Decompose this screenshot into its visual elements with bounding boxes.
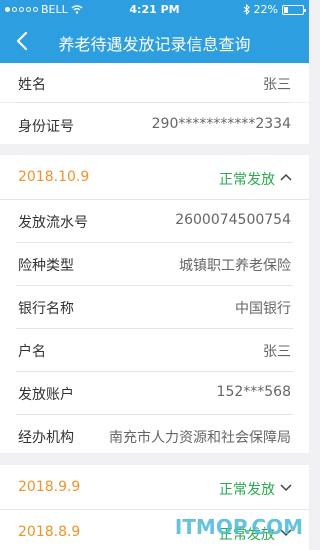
detail-label: 险种类型 <box>18 258 74 274</box>
name-label: 姓名 <box>18 77 46 93</box>
detail-value: 中国银行 <box>235 301 291 317</box>
detail-value: 南充市人力资源和社会保障局 <box>109 430 291 446</box>
battery-icon <box>282 4 306 15</box>
bluetooth-icon <box>243 4 250 15</box>
record-date: 2018.9.9 <box>18 479 81 495</box>
detail-label: 户名 <box>18 344 46 360</box>
status-right: 22% <box>243 3 306 16</box>
detail-label: 银行名称 <box>18 301 74 317</box>
page-title: 养老待遇发放记录信息查询 <box>58 35 251 54</box>
id-value: 290***********2334 <box>151 116 291 132</box>
id-row: 身份证号 290***********2334 <box>0 103 309 144</box>
chevron-up-icon[interactable] <box>279 172 293 182</box>
detail-value: 城镇职工养老保险 <box>179 258 291 274</box>
record-header[interactable]: 2018.9.9 正常发放 <box>0 465 309 509</box>
record-date: 2018.10.9 <box>18 169 90 185</box>
name-row: 姓名 张三 <box>0 63 309 102</box>
record-card: 2018.10.9 正常发放 发放流水号 2600074500754 险种类型 … <box>0 155 309 453</box>
detail-row-account: 发放账户 152***568 <box>0 372 309 415</box>
record-header[interactable]: 2018.10.9 正常发放 <box>0 155 309 199</box>
record-status: 正常发放 <box>219 172 275 188</box>
detail-label: 经办机构 <box>18 430 74 446</box>
detail-value: 张三 <box>263 344 291 360</box>
detail-label: 发放账户 <box>18 387 74 403</box>
detail-value: 152***568 <box>216 384 291 400</box>
watermark-text: ITMOP.COM <box>175 515 303 539</box>
detail-value: 2600074500754 <box>175 212 291 228</box>
name-value: 张三 <box>263 77 291 93</box>
status-bar: BELL 4:21 PM 22% <box>0 0 309 20</box>
detail-label: 发放流水号 <box>18 215 88 231</box>
detail-row-insurance: 险种类型 城镇职工养老保险 <box>0 243 309 286</box>
app-header: BELL 4:21 PM 22% 养老待遇发放记录信息查询 <box>0 0 309 63</box>
detail-row-bank: 银行名称 中国银行 <box>0 286 309 329</box>
chevron-down-icon[interactable] <box>279 482 293 492</box>
detail-row-account-name: 户名 张三 <box>0 329 309 372</box>
id-label: 身份证号 <box>18 119 74 135</box>
record-status: 正常发放 <box>219 482 275 498</box>
detail-row-agency: 经办机构 南充市人力资源和社会保障局 <box>0 415 309 458</box>
record-card[interactable]: 2018.9.9 正常发放 <box>0 465 309 509</box>
watermark-logo: ITMOP.COM <box>175 515 303 539</box>
battery-percent: 22% <box>253 3 278 16</box>
record-date: 2018.8.9 <box>18 524 81 540</box>
detail-row-serial: 发放流水号 2600074500754 <box>0 200 309 243</box>
